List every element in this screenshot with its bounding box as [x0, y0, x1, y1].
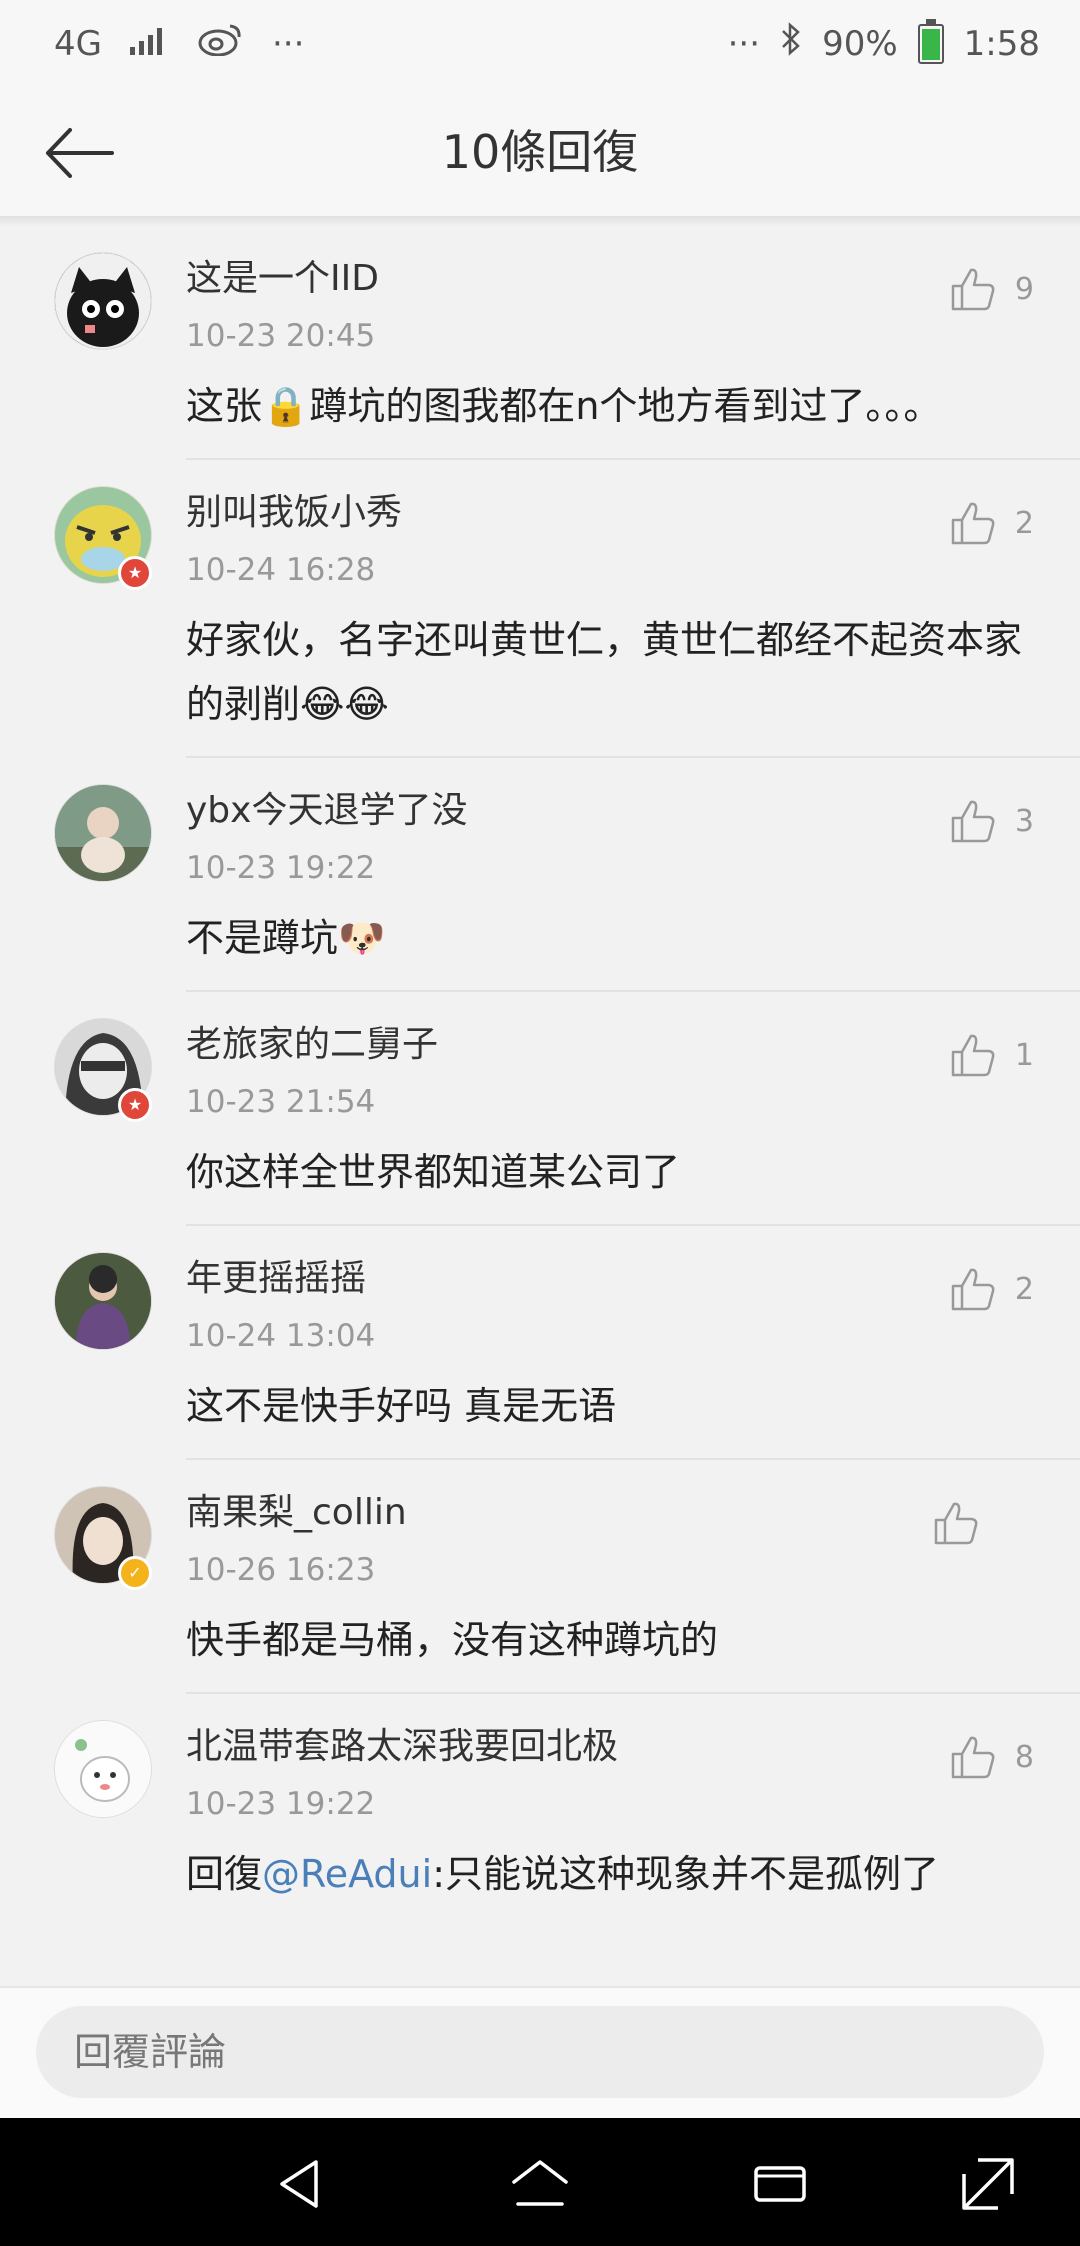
nav-expand-button[interactable] — [956, 2152, 1020, 2216]
like-count: 8 — [1014, 1739, 1034, 1775]
status-left: 4G ··· — [54, 22, 304, 65]
nav-back-button[interactable] — [270, 2152, 334, 2216]
nav-home-button[interactable] — [508, 2152, 572, 2216]
comment-item: 这是一个IID 10-23 20:45 这张🔒蹲坑的图我都在n个地方看到过了。。… — [0, 226, 1080, 460]
like-button[interactable]: 1 — [949, 1032, 1034, 1078]
status-right: ··· 90% 1:58 — [727, 18, 1040, 65]
comment-time: 10-23 19:22 — [186, 1786, 376, 1822]
reply-prefix: 回復 — [186, 1852, 263, 1896]
header: 10條回復 — [0, 90, 1080, 218]
bluetooth-icon — [780, 22, 802, 65]
reply-body: :只能说这种现象并不是孤例了 — [432, 1852, 939, 1896]
nav-recents-button[interactable] — [748, 2152, 812, 2216]
clock: 1:58 — [963, 23, 1040, 64]
like-button[interactable]: 3 — [949, 798, 1034, 844]
status-more-right: ··· — [727, 23, 761, 64]
comment-list[interactable]: 这是一个IID 10-23 20:45 这张🔒蹲坑的图我都在n个地方看到过了。。… — [0, 226, 1080, 1986]
like-button[interactable] — [932, 1500, 1016, 1546]
reply-bar: 回覆評論 — [0, 1986, 1080, 2120]
nav-back-icon — [280, 2160, 318, 2208]
avatar[interactable] — [54, 252, 152, 350]
signal-icon — [129, 24, 170, 64]
reply-input[interactable]: 回覆評論 — [36, 2006, 1044, 2098]
like-count: 1 — [1014, 1037, 1034, 1073]
comment-time: 10-23 21:54 — [186, 1084, 376, 1120]
comment-author[interactable]: 北温带套路太深我要回北极 — [186, 1720, 1080, 1774]
comment-author[interactable]: ybx今天退学了没 — [186, 784, 1080, 838]
comment-time: 10-23 20:45 — [186, 318, 376, 354]
comment-text: 回復@ReAdui:只能说这种现象并不是孤例了 — [186, 1828, 1030, 1928]
verified-badge: ★ — [118, 1088, 152, 1122]
thumbs-up-icon — [934, 1502, 978, 1545]
battery-percent: 90% — [822, 23, 898, 64]
like-count: 2 — [1014, 505, 1034, 541]
comment-author[interactable]: 别叫我饭小秀 — [186, 486, 1080, 540]
like-button[interactable]: 8 — [949, 1734, 1034, 1780]
comment-item: ✓ 南果梨_collin 10-26 16:23 快手都是马桶，没有这种蹲坑的 — [0, 1460, 1080, 1694]
mention-link[interactable]: @ReAdui — [262, 1852, 432, 1896]
like-button[interactable]: 9 — [949, 266, 1034, 312]
nav-recents-icon — [754, 2166, 806, 2202]
comment-author[interactable]: 年更摇摇摇 — [186, 1252, 1080, 1306]
comment-item: 北温带套路太深我要回北极 10-23 19:22 回復@ReAdui:只能说这种… — [0, 1694, 1080, 1928]
comment-item: 年更摇摇摇 10-24 13:04 这不是快手好吗 真是无语 2 — [0, 1226, 1080, 1460]
comment-text: 这不是快手好吗 真是无语 — [186, 1384, 617, 1428]
thumbs-up-icon — [951, 1268, 995, 1311]
nav-home-icon — [512, 2160, 568, 2206]
comment-time: 10-24 13:04 — [186, 1318, 376, 1354]
comment-item: ★ 别叫我饭小秀 10-24 16:28 好家伙，名字还叫黄世仁，黄世仁都经不起… — [0, 460, 1080, 758]
comment-time: 10-23 19:22 — [186, 850, 376, 886]
status-bar: 4G ··· ··· 90% 1:58 — [0, 0, 1080, 90]
comment-item: ★ 老旅家的二舅子 10-23 21:54 你这样全世界都知道某公司了 1 — [0, 992, 1080, 1226]
comment-time: 10-26 16:23 — [186, 1552, 376, 1588]
battery-icon — [917, 18, 944, 64]
status-more-left: ··· — [271, 23, 305, 64]
comment-text: 你这样全世界都知道某公司了 — [186, 1150, 681, 1194]
weibo-icon — [198, 22, 244, 65]
network-indicator: 4G — [54, 23, 102, 64]
like-button[interactable]: 2 — [949, 1266, 1034, 1312]
like-count: 3 — [1014, 803, 1034, 839]
like-count: 2 — [1014, 1271, 1034, 1307]
like-count: 9 — [1014, 271, 1034, 307]
comment-item: ybx今天退学了没 10-23 19:22 不是蹲坑🐶 3 — [0, 758, 1080, 992]
like-button[interactable]: 2 — [949, 500, 1034, 546]
thumbs-up-icon — [951, 1034, 995, 1077]
comment-text: 这张🔒蹲坑的图我都在n个地方看到过了。。。 — [186, 384, 942, 428]
thumbs-up-icon — [951, 1736, 995, 1779]
avatar[interactable] — [54, 784, 152, 882]
comment-author[interactable]: 老旅家的二舅子 — [186, 1018, 1080, 1072]
comment-time: 10-24 16:28 — [186, 552, 376, 588]
nav-expand-icon — [962, 2158, 1014, 2210]
verified-badge: ★ — [118, 556, 152, 590]
page-title: 10條回復 — [441, 125, 639, 179]
comment-text: 好家伙，名字还叫黄世仁，黄世仁都经不起资本家的剥削😂😂 — [186, 618, 1023, 726]
thumbs-up-icon — [951, 800, 995, 843]
avatar[interactable] — [54, 1252, 152, 1350]
comment-author[interactable]: 这是一个IID — [186, 252, 1080, 306]
thumbs-up-icon — [951, 502, 995, 545]
verified-badge: ✓ — [118, 1556, 152, 1590]
thumbs-up-icon — [951, 268, 995, 311]
comment-text: 不是蹲坑🐶 — [186, 916, 386, 960]
system-nav-bar — [0, 2118, 1080, 2246]
avatar[interactable] — [54, 1720, 152, 1818]
comment-text: 快手都是马桶，没有这种蹲坑的 — [186, 1618, 719, 1662]
header-shadow — [0, 218, 1080, 226]
